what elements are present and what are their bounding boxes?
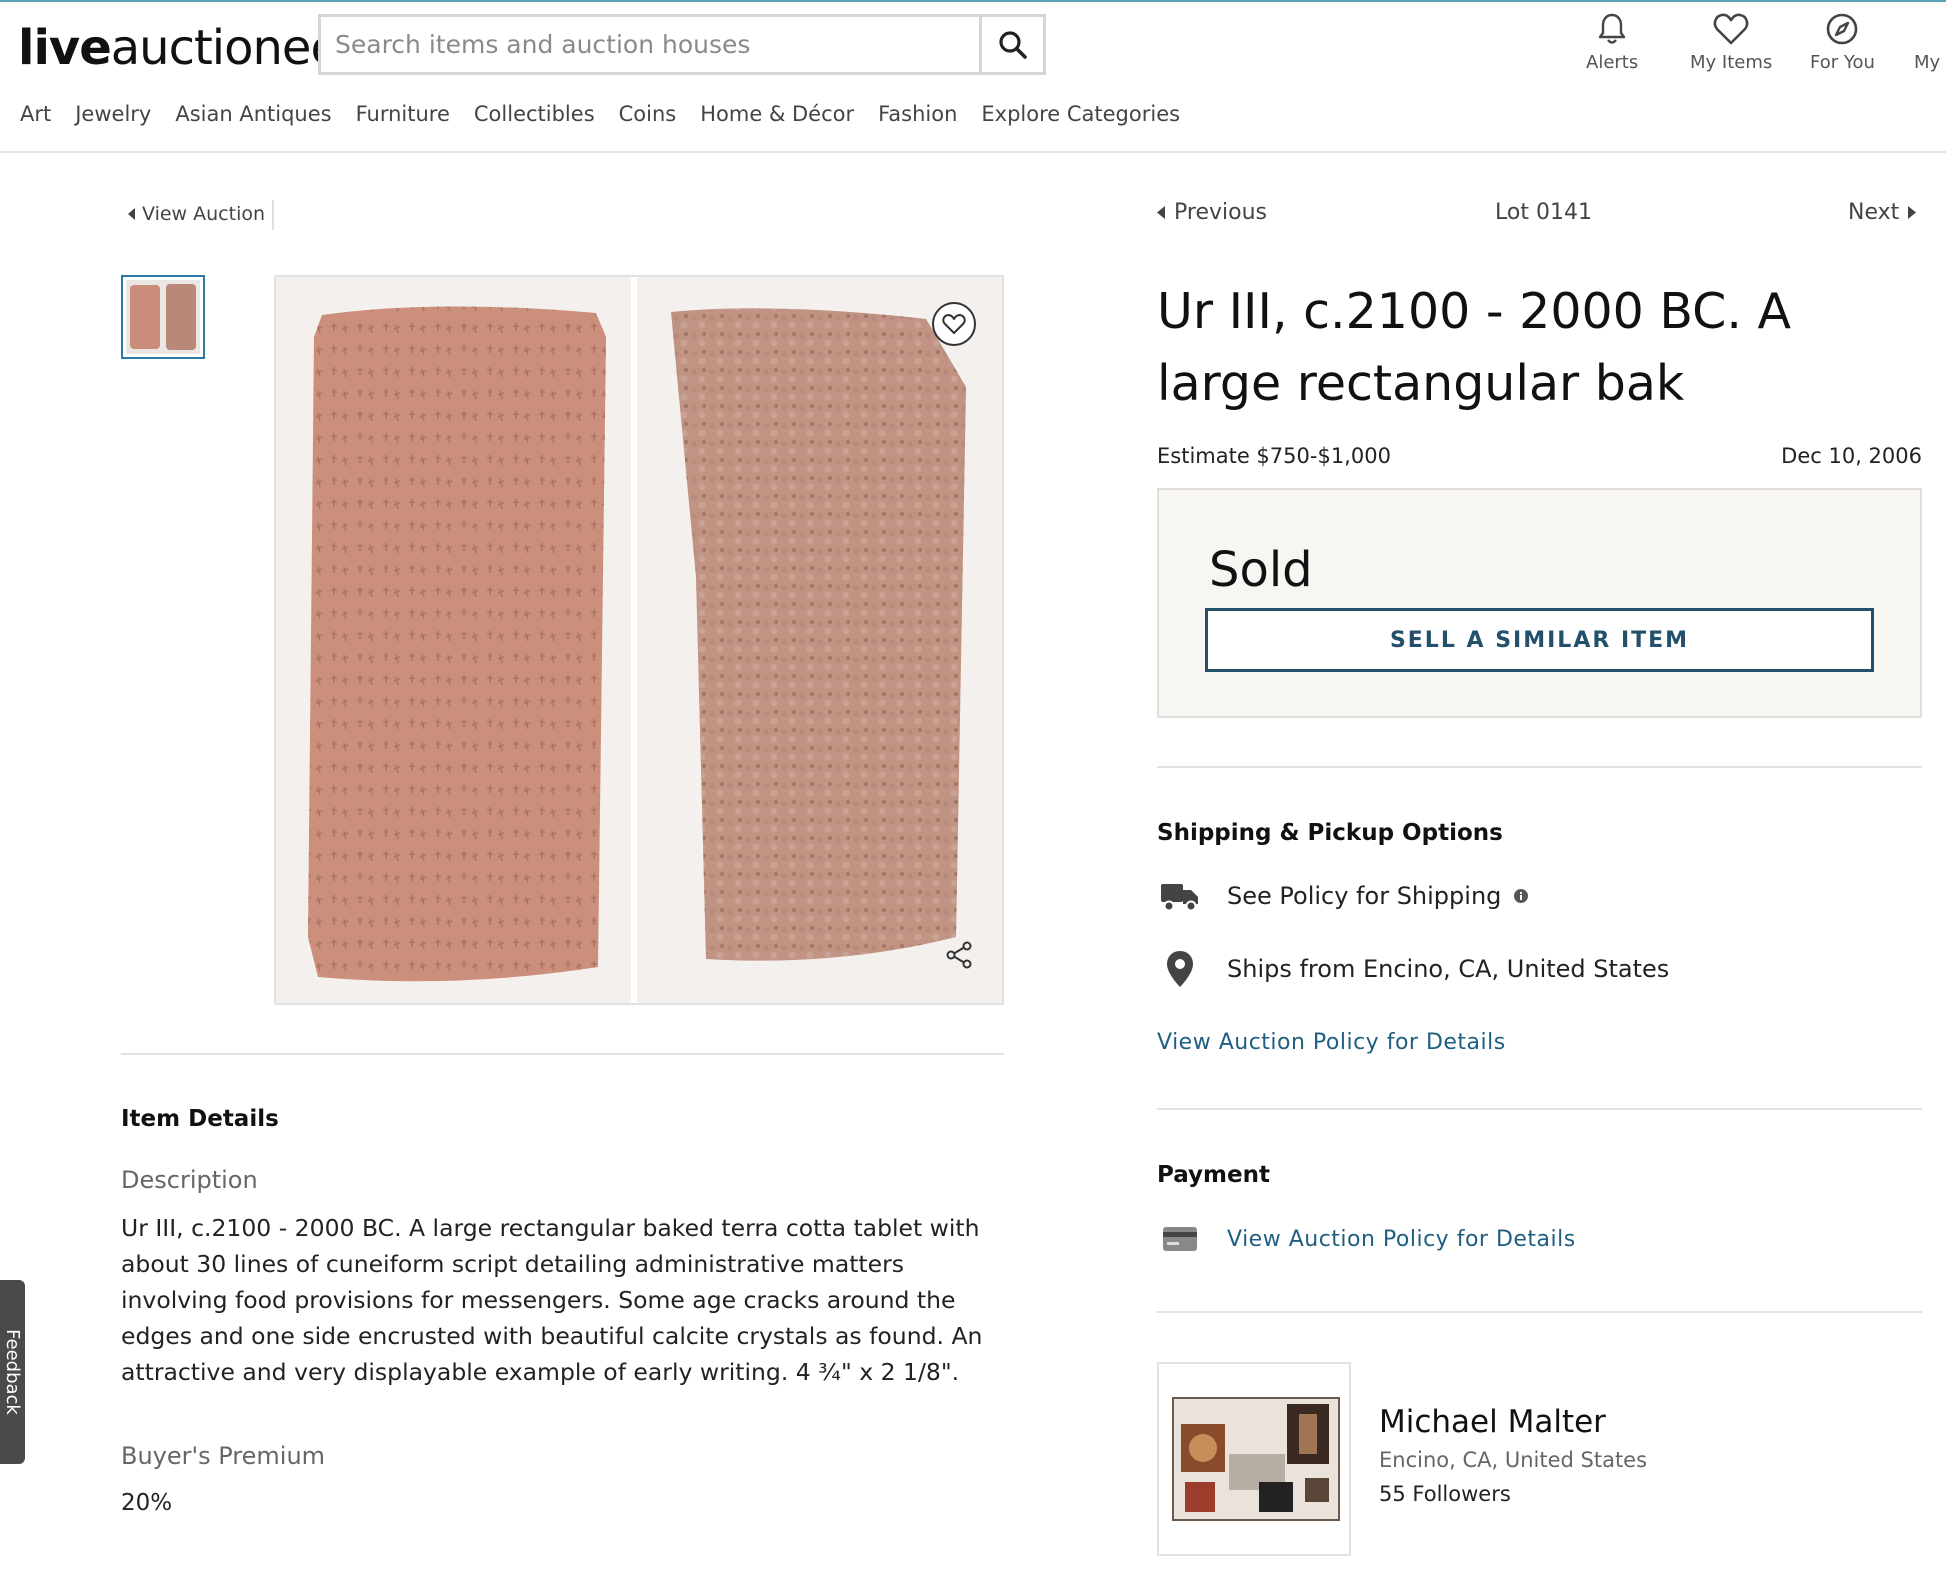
search-icon (998, 30, 1027, 59)
user-icon (1914, 12, 1940, 52)
favorite-button[interactable] (932, 302, 976, 346)
next-lot-link[interactable]: Next (1848, 200, 1917, 225)
heart-icon (942, 314, 966, 334)
payment-policy-row: View Auction Policy for Details (1157, 1226, 1576, 1252)
nav-alerts[interactable]: Alerts (1586, 12, 1638, 73)
category-furniture[interactable]: Furniture (356, 102, 450, 126)
malter-logo-image (1159, 1364, 1349, 1554)
payment-policy-link[interactable]: View Auction Policy for Details (1227, 1227, 1576, 1252)
search-input[interactable] (321, 17, 979, 72)
buyers-premium-value: 20% (121, 1490, 173, 1516)
caret-left-icon (128, 208, 135, 220)
nav-my-items-label: My Items (1690, 52, 1773, 73)
thumbnail-image (126, 280, 200, 354)
location-pin-icon (1167, 951, 1193, 987)
nav-my-label: My (1914, 52, 1941, 73)
category-art[interactable]: Art (20, 102, 51, 126)
category-home-decor[interactable]: Home & Décor (700, 102, 854, 126)
category-nav: Art Jewelry Asian Antiques Furniture Col… (20, 102, 1180, 126)
search-button[interactable] (979, 17, 1043, 72)
lot-number: Lot 0141 (1495, 200, 1592, 225)
sell-similar-button[interactable]: SELL A SIMILAR ITEM (1205, 608, 1874, 672)
estimate: Estimate $750-$1,000 (1157, 444, 1391, 468)
category-coins[interactable]: Coins (619, 102, 677, 126)
header-divider (0, 151, 1946, 153)
details-divider (121, 1053, 1004, 1055)
nav-alerts-label: Alerts (1586, 52, 1639, 73)
share-icon (946, 941, 972, 969)
truck-icon (1161, 884, 1198, 912)
category-collectibles[interactable]: Collectibles (474, 102, 595, 126)
nav-for-you-label: For You (1810, 52, 1875, 73)
previous-label: Previous (1174, 200, 1267, 225)
section-divider (1157, 1311, 1922, 1313)
breadcrumb-separator (272, 200, 274, 230)
caret-right-icon (1908, 206, 1917, 219)
feedback-tab[interactable]: Feedback (0, 1280, 25, 1464)
nav-my[interactable]: My (1914, 12, 1940, 73)
caret-left-icon (1157, 206, 1165, 219)
buyers-premium-label: Buyer's Premium (121, 1442, 326, 1470)
tablet-photo (276, 277, 1002, 1003)
section-divider (1157, 1108, 1922, 1110)
image-thumbnail[interactable] (121, 275, 205, 359)
ships-from-text: Ships from Encino, CA, United States (1227, 955, 1670, 983)
lot-main-image[interactable] (274, 275, 1004, 1005)
nav-for-you[interactable]: For You (1810, 12, 1875, 73)
compass-icon (1827, 13, 1858, 45)
previous-lot-link[interactable]: Previous (1157, 200, 1267, 225)
description-text: Ur III, c.2100 - 2000 BC. A large rectan… (121, 1214, 983, 1386)
bell-icon (1598, 13, 1626, 44)
feedback-label: Feedback (2, 1329, 23, 1415)
view-auction-label: View Auction (142, 203, 266, 225)
sold-panel: Sold SELL A SIMILAR ITEM (1157, 488, 1922, 718)
shipping-heading: Shipping & Pickup Options (1157, 820, 1503, 846)
category-asian-antiques[interactable]: Asian Antiques (175, 102, 331, 126)
info-icon[interactable] (1513, 888, 1529, 904)
auction-house-name[interactable]: Michael Malter (1379, 1404, 1606, 1440)
share-button[interactable] (942, 938, 976, 972)
auction-house-location: Encino, CA, United States (1379, 1448, 1648, 1472)
auction-date: Dec 10, 2006 (1781, 444, 1922, 468)
payment-heading: Payment (1157, 1162, 1270, 1188)
shipping-policy-link[interactable]: View Auction Policy for Details (1157, 1030, 1506, 1055)
logo-live: live (18, 20, 112, 76)
search-bar (318, 14, 1046, 75)
shipping-policy-row: See Policy for Shipping (1157, 880, 1529, 912)
auction-house-logo[interactable] (1157, 1362, 1351, 1556)
category-jewelry[interactable]: Jewelry (75, 102, 151, 126)
heart-icon (1713, 13, 1749, 45)
credit-card-icon (1163, 1227, 1197, 1251)
category-explore[interactable]: Explore Categories (981, 102, 1180, 126)
description-label: Description (121, 1166, 258, 1194)
lot-label: Lot 0141 (1495, 200, 1592, 225)
item-details-heading: Item Details (121, 1106, 279, 1132)
sold-status: Sold (1209, 542, 1313, 598)
auction-house-followers: 55 Followers (1379, 1482, 1511, 1506)
category-fashion[interactable]: Fashion (878, 102, 957, 126)
nav-my-items[interactable]: My Items (1690, 12, 1772, 73)
section-divider (1157, 766, 1922, 768)
view-auction-link[interactable]: View Auction (128, 203, 265, 225)
next-label: Next (1848, 200, 1900, 225)
shipping-policy-text: See Policy for Shipping (1227, 882, 1502, 910)
ships-from-row: Ships from Encino, CA, United States (1157, 950, 1669, 988)
lot-title: Ur III, c.2100 - 2000 BC. A large rectan… (1157, 283, 1792, 412)
top-accent-line (0, 0, 1946, 2)
